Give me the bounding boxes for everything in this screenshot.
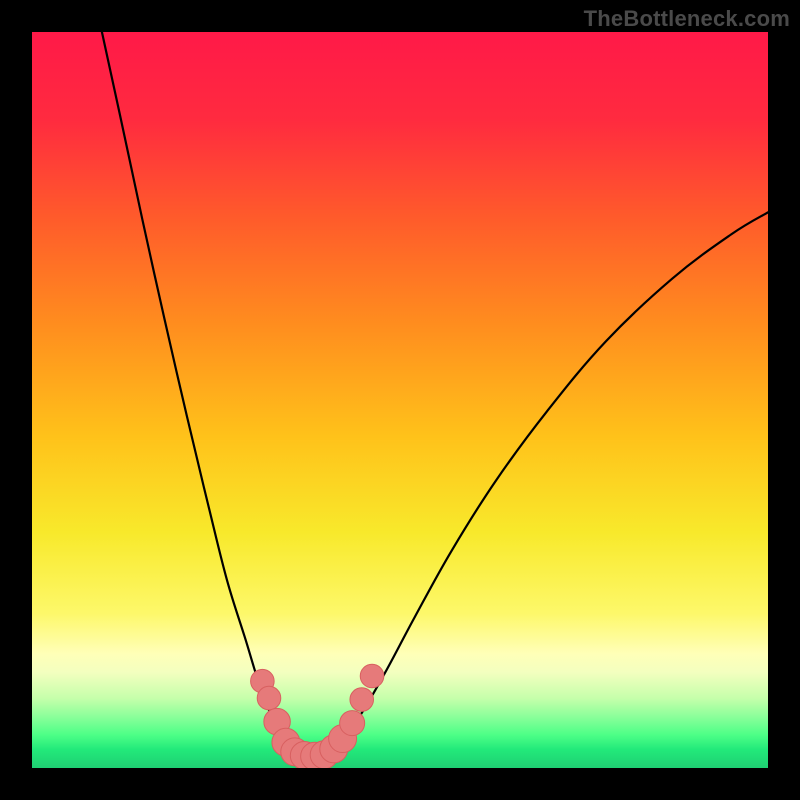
marker-dot: [257, 686, 281, 710]
watermark-text: TheBottleneck.com: [584, 6, 790, 32]
curve-layer: [32, 32, 768, 768]
curve-right-branch: [326, 212, 768, 753]
marker-dot: [350, 688, 374, 712]
marker-dot: [340, 711, 365, 736]
valley-markers: [251, 664, 384, 768]
marker-dot: [360, 664, 384, 688]
plot-area: [32, 32, 768, 768]
chart-frame: TheBottleneck.com: [0, 0, 800, 800]
curve-left-branch: [102, 32, 297, 753]
